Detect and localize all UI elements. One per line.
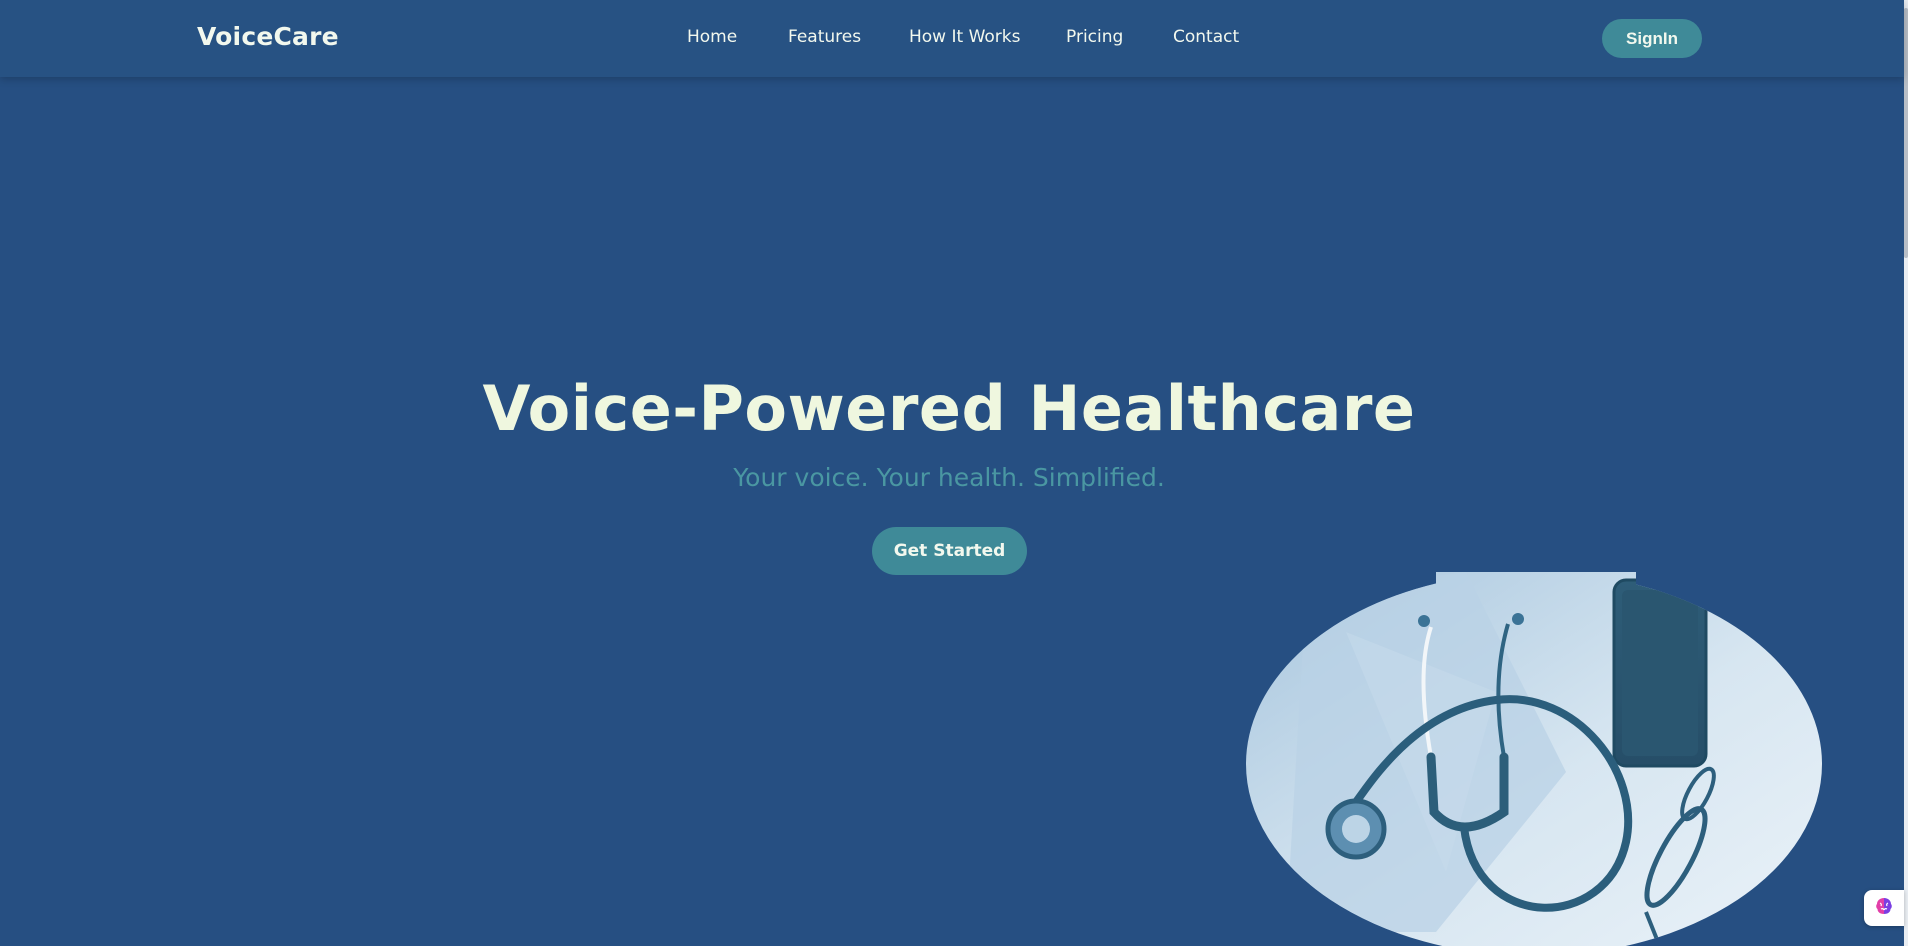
nav-link-features[interactable]: Features — [788, 27, 861, 47]
nav-link-home[interactable]: Home — [687, 27, 737, 47]
brain-icon — [1874, 896, 1894, 920]
page-scrollbar[interactable] — [1904, 0, 1908, 946]
hero-title: Voice-Powered Healthcare — [482, 372, 1416, 445]
hero-image-stethoscope — [1246, 572, 1822, 946]
nav-link-how-it-works[interactable]: How It Works — [909, 27, 1020, 47]
assistant-floating-button[interactable] — [1864, 890, 1904, 926]
get-started-button[interactable]: Get Started — [872, 527, 1027, 575]
nav-link-pricing[interactable]: Pricing — [1066, 27, 1123, 47]
top-navbar: VoiceCare Home Features How It Works Pri… — [0, 0, 1904, 77]
nav-link-contact[interactable]: Contact — [1173, 27, 1239, 47]
scrollbar-thumb[interactable] — [1904, 8, 1908, 258]
hero-subtitle: Your voice. Your health. Simplified. — [733, 463, 1165, 492]
signin-button[interactable]: SignIn — [1602, 19, 1702, 58]
